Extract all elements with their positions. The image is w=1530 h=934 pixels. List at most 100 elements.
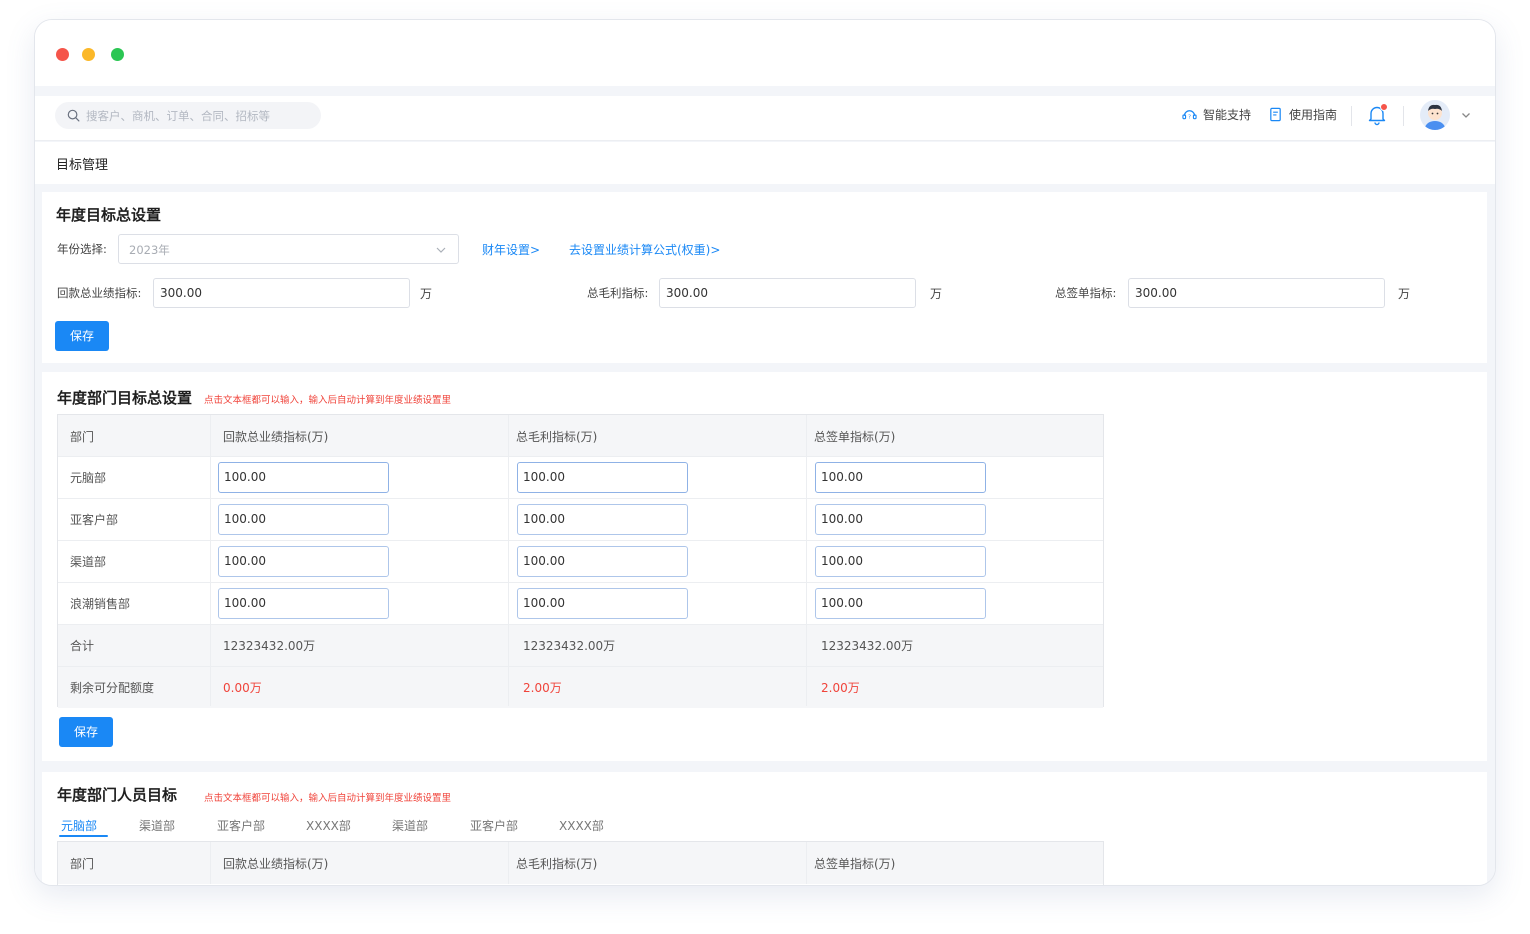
save-annual-button[interactable]: 保存 [55,321,109,351]
top-bar: 搜客户、商机、订单、合同、招标等 ? 智能支持 使用指南 [35,96,1495,141]
annual-goal-title: 年度目标总设置 [56,206,162,224]
department-payment-input[interactable]: 100.00 [218,462,389,493]
total-payment: 12323432.00万 [223,639,316,653]
column-header-department: 部门 [70,856,95,871]
department-payment-input[interactable]: 100.00 [218,504,389,535]
staff-goal-hint: 点击文本框都可以输入，输入后自动计算到年度业绩设置里 [204,793,452,804]
notification-badge [1380,103,1388,111]
toolbar-divider [1351,106,1352,126]
sign-target-label: 总签单指标: [1055,286,1117,300]
column-header-department: 部门 [70,429,95,444]
tab-department-0[interactable]: 元脑部 [61,817,97,834]
profit-target-input[interactable]: 300.00 [659,278,916,308]
staff-goal-card: 年度部门人员目标 点击文本框都可以输入，输入后自动计算到年度业绩设置里 元脑部 … [42,772,1487,885]
breadcrumb: 目标管理 [35,142,1495,184]
department-profit-input[interactable]: 100.00 [517,462,688,493]
column-divider [210,842,211,884]
tab-department-5[interactable]: 亚客户部 [470,817,518,834]
tab-department-4[interactable]: 渠道部 [392,817,428,834]
table-remaining-row: 剩余可分配额度 0.00万 2.00万 2.00万 [58,666,1103,708]
year-select-value: 2023年 [129,243,170,257]
support-label: 智能支持 [1203,108,1252,122]
column-header-sign: 总签单指标(万) [814,856,896,871]
avatar-illustration [1424,104,1446,130]
payment-unit: 万 [420,287,433,301]
department-sign-input[interactable]: 100.00 [815,588,986,619]
column-header-profit: 总毛利指标(万) [516,856,598,871]
chevron-down-icon[interactable] [1461,110,1471,120]
staff-goal-title: 年度部门人员目标 [57,786,178,804]
department-profit-input[interactable]: 100.00 [517,504,688,535]
department-sign-input[interactable]: 100.00 [815,504,986,535]
staff-goal-table: 部门 回款总业绩指标(万) 总毛利指标(万) 总签单指标(万) [57,841,1104,885]
department-name: 元脑部 [70,471,107,485]
table-total-row: 合计 12323432.00万 12323432.00万 12323432.00… [58,624,1103,666]
sign-target-input[interactable]: 300.00 [1128,278,1385,308]
remaining-label: 剩余可分配额度 [70,681,155,695]
app-window: 搜客户、商机、订单、合同、招标等 ? 智能支持 使用指南 目标管理 年度目标总设… [34,19,1496,886]
sign-unit: 万 [1398,287,1411,301]
annual-goal-card: 年度目标总设置 年份选择: 2023年 财年设置> 去设置业绩计算公式(权重)>… [42,192,1487,363]
minimize-window-button[interactable] [82,48,95,61]
app-canvas: 搜客户、商机、订单、合同、招标等 ? 智能支持 使用指南 目标管理 年度目标总设… [35,86,1495,885]
smart-support-button[interactable]: ? 智能支持 [1182,106,1251,123]
department-payment-input[interactable]: 100.00 [218,588,389,619]
column-divider [508,842,509,884]
user-avatar[interactable] [1420,100,1450,130]
close-window-button[interactable] [56,48,69,61]
svg-text:?: ? [1188,114,1191,120]
chevron-down-icon [436,247,446,253]
global-search-input[interactable]: 搜客户、商机、订单、合同、招标等 [55,102,321,129]
year-select[interactable]: 2023年 [118,234,459,264]
table-row: 元脑部 100.00 100.00 100.00 [58,456,1103,498]
payment-target-input[interactable]: 300.00 [153,278,410,308]
department-profit-input[interactable]: 100.00 [517,546,688,577]
column-divider [210,415,211,706]
search-placeholder: 搜客户、商机、订单、合同、招标等 [86,108,270,123]
department-payment-input[interactable]: 100.00 [218,546,389,577]
department-profit-input[interactable]: 100.00 [517,588,688,619]
guide-label: 使用指南 [1289,108,1338,122]
column-header-sign: 总签单指标(万) [814,429,896,444]
remaining-profit: 2.00万 [523,681,562,695]
payment-target-label: 回款总业绩指标: [57,286,142,300]
tab-department-2[interactable]: 亚客户部 [217,817,265,834]
department-name: 浪潮销售部 [70,597,131,611]
table-header-row: 部门 回款总业绩指标(万) 总毛利指标(万) 总签单指标(万) [58,415,1103,457]
department-sign-input[interactable]: 100.00 [815,462,986,493]
maximize-window-button[interactable] [111,48,124,61]
user-guide-button[interactable]: 使用指南 [1268,106,1337,123]
total-profit: 12323432.00万 [523,639,616,653]
column-header-profit: 总毛利指标(万) [516,429,598,444]
column-divider [806,415,807,706]
window-titlebar [35,20,1495,86]
tab-department-3[interactable]: XXXX部 [306,817,351,834]
profit-target-label: 总毛利指标: [587,286,649,300]
search-icon [67,109,80,122]
table-header-row: 部门 回款总业绩指标(万) 总毛利指标(万) 总签单指标(万) [58,842,1103,884]
column-divider [806,842,807,884]
notification-button[interactable] [1367,103,1388,126]
remaining-sign: 2.00万 [821,681,860,695]
department-goal-table: 部门 回款总业绩指标(万) 总毛利指标(万) 总签单指标(万) 元脑部 100.… [57,414,1104,708]
performance-formula-link[interactable]: 去设置业绩计算公式(权重)> [569,241,720,258]
table-row: 浪潮销售部 100.00 100.00 100.00 [58,582,1103,624]
column-header-payment: 回款总业绩指标(万) [223,429,329,444]
remaining-payment: 0.00万 [223,681,262,695]
guide-document-icon [1270,107,1281,122]
fiscal-year-settings-link[interactable]: 财年设置> [482,241,540,258]
column-header-payment: 回款总业绩指标(万) [223,856,329,871]
active-tab-indicator [59,835,108,837]
department-name: 亚客户部 [70,513,119,527]
support-icon: ? [1182,110,1197,120]
profit-unit: 万 [930,287,943,301]
tab-department-6[interactable]: XXXX部 [559,817,604,834]
total-sign: 12323432.00万 [821,639,914,653]
tab-department-1[interactable]: 渠道部 [139,817,175,834]
page-title: 目标管理 [56,158,109,173]
department-goal-hint: 点击文本框都可以输入，输入后自动计算到年度业绩设置里 [204,395,452,406]
total-label: 合计 [70,639,95,653]
department-goal-card: 年度部门目标总设置 点击文本框都可以输入，输入后自动计算到年度业绩设置里 部门 … [42,372,1487,761]
department-sign-input[interactable]: 100.00 [815,546,986,577]
save-department-button[interactable]: 保存 [59,717,113,747]
